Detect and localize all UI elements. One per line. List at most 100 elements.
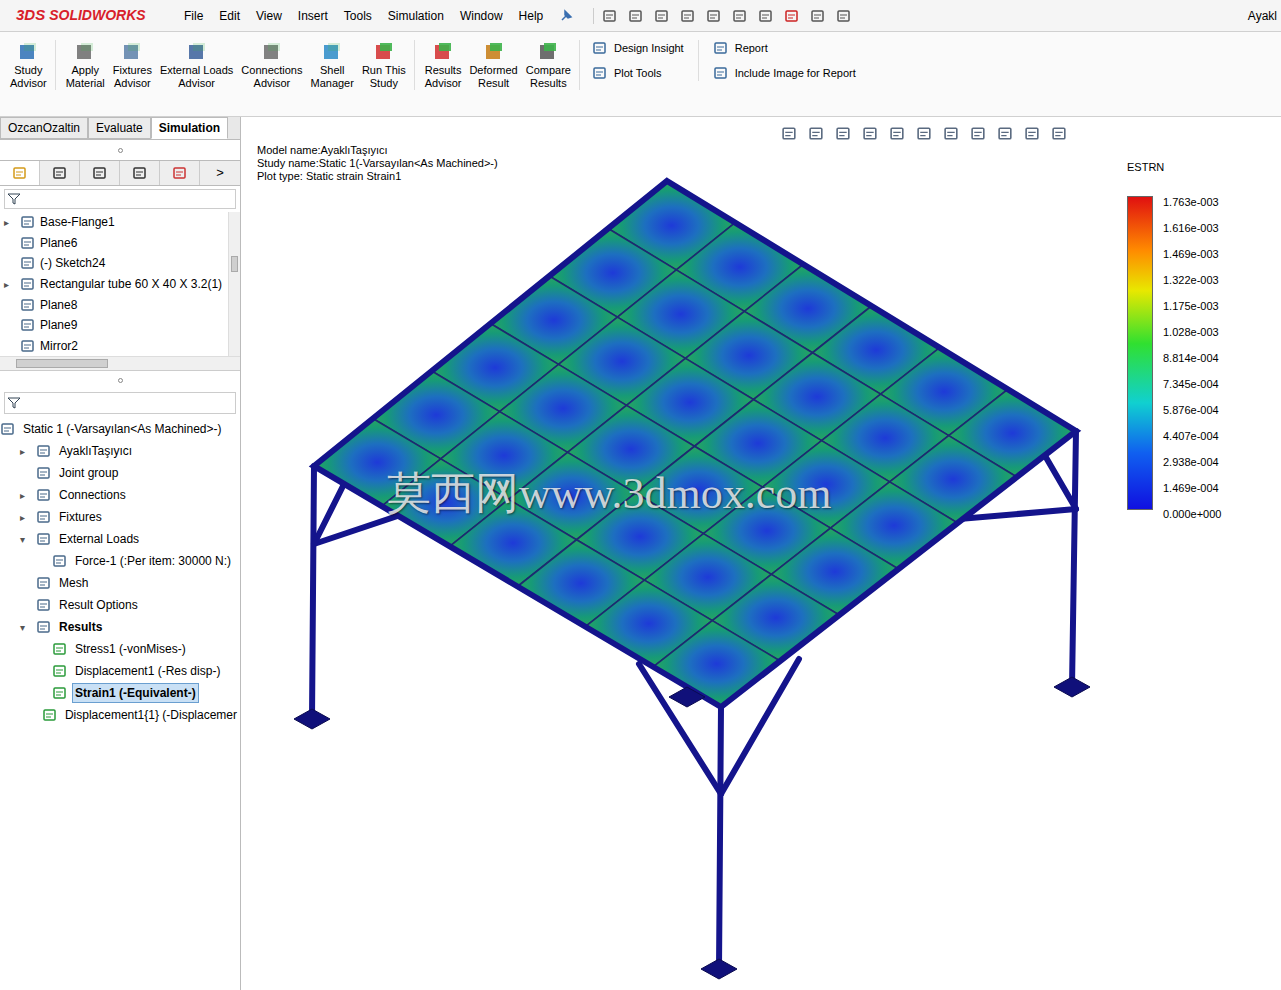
feature-manager-icon[interactable]: [12, 165, 28, 181]
panel-tab[interactable]: [80, 161, 120, 185]
vertical-scrollbar[interactable]: [228, 212, 240, 356]
study-item-icon[interactable]: [36, 619, 52, 635]
feature-icon[interactable]: [20, 338, 36, 354]
ribbon-button[interactable]: StudyAdvisor: [6, 40, 56, 90]
command-tab[interactable]: Simulation: [151, 117, 228, 139]
menu-item[interactable]: View: [248, 7, 290, 25]
tree-item[interactable]: Result Options: [0, 594, 240, 616]
feature-icon[interactable]: [20, 317, 36, 333]
menu-item[interactable]: Help: [511, 7, 552, 25]
panel-tab[interactable]: [120, 161, 160, 185]
pin-icon[interactable]: [559, 9, 573, 23]
tree-item[interactable]: Joint group: [0, 462, 240, 484]
filter-field[interactable]: [4, 392, 236, 414]
study-item-icon[interactable]: [36, 443, 52, 459]
ribbon-small-icon[interactable]: [713, 65, 729, 81]
tree-item[interactable]: Force-1 (:Per item: 30000 N:): [0, 550, 240, 572]
zoom-area-icon[interactable]: [808, 125, 825, 142]
study-item-icon[interactable]: [42, 707, 58, 723]
ribbon-small-icon[interactable]: [713, 40, 729, 56]
ribbon-button[interactable]: ShellManager: [306, 40, 357, 90]
ribbon-button[interactable]: ConnectionsAdvisor: [237, 40, 306, 90]
display-manager-icon[interactable]: [172, 165, 188, 181]
options-icon[interactable]: [836, 8, 852, 24]
view-settings-icon[interactable]: [1051, 125, 1068, 142]
ribbon-small-button[interactable]: Include Image for Report: [713, 65, 856, 82]
ribbon-small-icon[interactable]: [592, 65, 608, 81]
feature-icon[interactable]: [20, 297, 36, 313]
new-icon[interactable]: [602, 8, 618, 24]
study-item-icon[interactable]: [36, 575, 52, 591]
undo-icon[interactable]: [706, 8, 722, 24]
menu-item[interactable]: Edit: [211, 7, 248, 25]
tree-item[interactable]: Strain1 (-Equivalent-): [0, 682, 240, 704]
study-item-icon[interactable]: [36, 465, 52, 481]
edit-appearance-icon[interactable]: [997, 125, 1014, 142]
study-item-icon[interactable]: [52, 553, 68, 569]
tree-item[interactable]: Plane8: [0, 294, 228, 315]
study-item-icon[interactable]: [36, 531, 52, 547]
ribbon-button[interactable]: DeformedResult: [465, 40, 521, 90]
property-manager-icon[interactable]: [52, 165, 68, 181]
model-drawing[interactable]: [241, 117, 1280, 989]
save-icon[interactable]: [654, 8, 670, 24]
tree-item[interactable]: Stress1 (-vonMises-): [0, 638, 240, 660]
ribbon-button[interactable]: FixturesAdvisor: [109, 40, 156, 90]
tree-item[interactable]: ▸Fixtures: [0, 506, 240, 528]
menu-item[interactable]: File: [176, 7, 211, 25]
study-item-icon[interactable]: [36, 487, 52, 503]
select-icon[interactable]: [758, 8, 774, 24]
tree-item[interactable]: Plane6: [0, 233, 228, 254]
previous-view-icon[interactable]: [835, 125, 852, 142]
graphics-viewport[interactable]: Model name:AyaklıTaşıyıcıStudy name:Stat…: [241, 117, 1281, 990]
tree-item[interactable]: ▸Rectangular tube 60 X 40 X 3.2(1): [0, 274, 228, 295]
menu-item[interactable]: Tools: [336, 7, 380, 25]
tree-item[interactable]: Displacement1{1} (-Displacemer: [0, 704, 240, 726]
study-item-icon[interactable]: [36, 509, 52, 525]
feature-icon[interactable]: [20, 214, 36, 230]
ribbon-button[interactable]: CompareResults: [522, 40, 580, 90]
feature-icon[interactable]: [20, 255, 36, 271]
panel-tab[interactable]: [160, 161, 200, 185]
splitter-handle[interactable]: [0, 140, 240, 160]
print-icon[interactable]: [680, 8, 696, 24]
tree-item[interactable]: ▾Results: [0, 616, 240, 638]
ribbon-small-button[interactable]: Design Insight: [592, 40, 684, 57]
hide-show-icon[interactable]: [970, 125, 987, 142]
tree-item[interactable]: Mesh: [0, 572, 240, 594]
study-item-icon[interactable]: [52, 641, 68, 657]
tree-item[interactable]: ▸AyaklıTaşıyıcı: [0, 440, 240, 462]
dynamic-annotation-icon[interactable]: [889, 125, 906, 142]
splitter-handle[interactable]: [0, 370, 240, 390]
tree-item[interactable]: Static 1 (-Varsayılan<As Machined>-): [0, 418, 240, 440]
zoom-fit-icon[interactable]: [781, 125, 798, 142]
menu-item[interactable]: Window: [452, 7, 511, 25]
study-item-icon[interactable]: [0, 421, 16, 437]
ribbon-button[interactable]: External LoadsAdvisor: [156, 40, 237, 90]
apply-scene-icon[interactable]: [1024, 125, 1041, 142]
study-item-icon[interactable]: [52, 685, 68, 701]
tree-item[interactable]: ▸Base-Flange1: [0, 212, 228, 233]
ribbon-small-icon[interactable]: [592, 40, 608, 56]
study-item-icon[interactable]: [36, 597, 52, 613]
configuration-manager-icon[interactable]: [92, 165, 108, 181]
file-properties-icon[interactable]: [810, 8, 826, 24]
ribbon-small-button[interactable]: Report: [713, 40, 856, 57]
feature-icon[interactable]: [20, 235, 36, 251]
tree-item[interactable]: Displacement1 (-Res disp-): [0, 660, 240, 682]
panel-tab[interactable]: [40, 161, 80, 185]
ribbon-button[interactable]: Run ThisStudy: [358, 40, 415, 90]
display-style-icon[interactable]: [943, 125, 960, 142]
tree-item[interactable]: Mirror2: [0, 335, 228, 356]
dimxpert-manager-icon[interactable]: [132, 165, 148, 181]
horizontal-scrollbar[interactable]: [0, 357, 240, 370]
open-icon[interactable]: [628, 8, 644, 24]
menu-item[interactable]: Simulation: [380, 7, 452, 25]
redo-icon[interactable]: [732, 8, 748, 24]
tree-item[interactable]: (-) Sketch24: [0, 253, 228, 274]
command-tab[interactable]: Evaluate: [88, 117, 151, 139]
feature-icon[interactable]: [20, 276, 36, 292]
tree-item[interactable]: Plane9: [0, 315, 228, 336]
section-view-icon[interactable]: [862, 125, 879, 142]
ribbon-small-button[interactable]: Plot Tools: [592, 65, 684, 82]
